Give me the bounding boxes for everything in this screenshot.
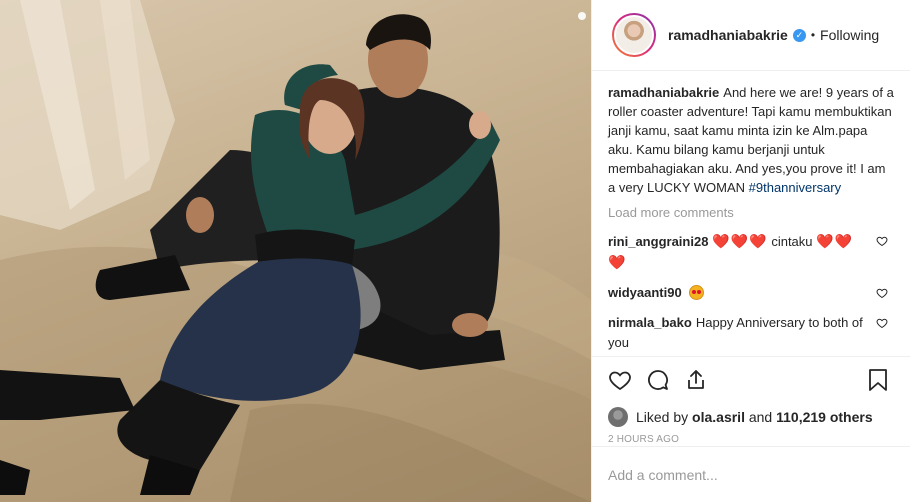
photo-illustration — [0, 0, 591, 502]
post-actions-bar — [592, 356, 910, 402]
likes-first-user[interactable]: ola.asril — [692, 409, 745, 425]
heart-icon — [609, 371, 631, 390]
instagram-post: ramadhaniabakrie ✓ • Following ramadhani… — [0, 0, 910, 502]
bookmark-icon — [869, 368, 887, 391]
comment-like-heart-icon[interactable] — [876, 287, 888, 299]
post-photo[interactable] — [0, 0, 591, 502]
like-button[interactable] — [604, 364, 636, 396]
comment-item: rini_anggraini28 ❤️❤️❤️ cintaku ❤️❤️❤️ — [608, 231, 894, 273]
comment-item: widyaanti90 — [608, 283, 894, 303]
post-caption: ramadhaniabakrie And here we are! 9 years… — [608, 83, 894, 197]
share-icon — [688, 369, 704, 389]
save-button[interactable] — [862, 364, 894, 396]
likes-summary: Liked by ola.asril and 110,219 others — [592, 402, 910, 432]
post-side-panel: ramadhaniabakrie ✓ • Following ramadhani… — [591, 0, 910, 502]
load-more-comments-button[interactable]: Load more comments — [608, 203, 894, 223]
liker-avatar[interactable] — [608, 407, 628, 427]
following-button[interactable]: Following — [820, 27, 879, 43]
author-avatar[interactable] — [614, 15, 654, 55]
comment-icon — [648, 369, 668, 390]
author-avatar-ring[interactable] — [612, 13, 656, 57]
comment-item: nirmala_bako Happy Anniversary to both of… — [608, 313, 894, 353]
comments-section: ramadhaniabakrie And here we are! 9 years… — [592, 71, 910, 356]
heart-eyes-emoji-icon — [689, 285, 705, 300]
likes-others-count[interactable]: 110,219 others — [776, 409, 873, 425]
comment-emoji-hearts: ❤️❤️❤️ — [712, 233, 768, 249]
carousel-indicator-dot — [578, 12, 586, 20]
comment-text: cintaku — [767, 234, 817, 249]
add-comment-bar — [592, 446, 910, 502]
likes-connector: and — [748, 409, 773, 425]
likes-prefix: Liked by — [636, 409, 689, 425]
verified-badge-icon: ✓ — [792, 28, 806, 42]
comment-username[interactable]: widyaanti90 — [608, 285, 682, 300]
post-header: ramadhaniabakrie ✓ • Following — [592, 0, 910, 71]
caption-text: And here we are! 9 years of a roller coa… — [608, 85, 894, 195]
comment-like-heart-icon[interactable] — [876, 235, 888, 247]
comment-like-heart-icon[interactable] — [876, 317, 888, 329]
author-username[interactable]: ramadhaniabakrie — [668, 27, 788, 43]
comment-username[interactable]: rini_anggraini28 — [608, 234, 708, 249]
caption-hashtag[interactable]: #9thanniversary — [749, 180, 842, 195]
caption-username[interactable]: ramadhaniabakrie — [608, 85, 719, 100]
add-comment-input[interactable] — [608, 466, 894, 483]
comment-button[interactable] — [642, 364, 674, 396]
header-separator: • — [810, 28, 816, 42]
comment-username[interactable]: nirmala_bako — [608, 315, 692, 330]
share-button[interactable] — [680, 364, 712, 396]
